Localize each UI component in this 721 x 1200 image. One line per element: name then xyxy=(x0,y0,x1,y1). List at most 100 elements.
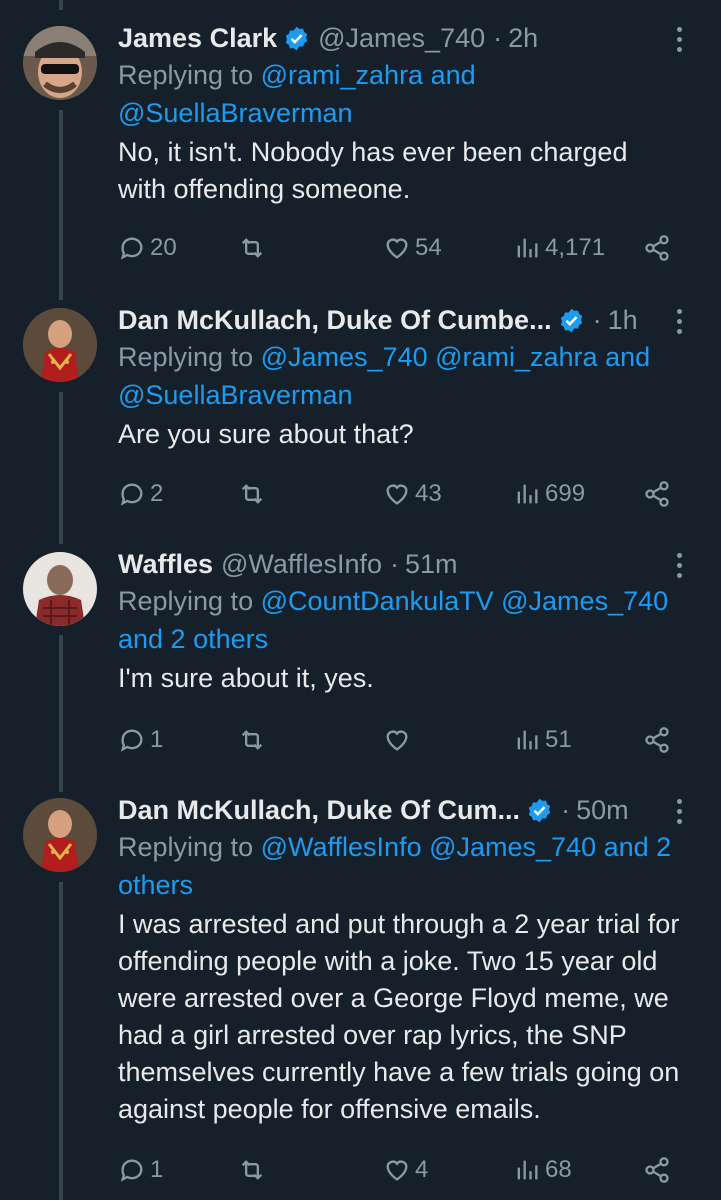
mention-link[interactable]: others xyxy=(118,870,193,900)
replying-prefix: Replying to xyxy=(118,832,254,862)
thread-line xyxy=(59,0,63,10)
author-name[interactable]: Dan McKullach, Duke Of Cumbe... xyxy=(118,302,552,338)
retweet-icon xyxy=(241,238,263,258)
views-count: 68 xyxy=(545,1156,572,1183)
reply-count: 2 xyxy=(150,480,164,507)
avatar[interactable] xyxy=(23,26,97,100)
tweet-text: Are you sure about that? xyxy=(118,419,414,449)
retweet-button[interactable] xyxy=(238,720,266,760)
reply-button[interactable]: 2 xyxy=(118,474,163,514)
like-button[interactable] xyxy=(383,720,415,760)
separator-dot: · xyxy=(493,23,503,53)
views-icon xyxy=(517,484,538,504)
views-count: 51 xyxy=(545,726,572,753)
action-bar: 2 43 699 xyxy=(118,474,678,514)
views-button[interactable]: 68 xyxy=(513,1150,572,1190)
like-button[interactable]: 4 xyxy=(383,1150,428,1190)
author-handle[interactable]: @James_740 xyxy=(318,20,485,56)
retweet-icon xyxy=(241,1160,263,1180)
verified-badge-icon xyxy=(560,308,582,332)
avatar[interactable] xyxy=(23,798,97,872)
separator-dot: · xyxy=(561,795,571,825)
reply-icon xyxy=(120,729,143,752)
reply-button[interactable]: 1 xyxy=(118,1150,163,1190)
author-name[interactable]: James Clark xyxy=(118,20,277,56)
replying-to: Replying to @WafflesInfo @James_740 and … xyxy=(118,828,681,904)
mention-link[interactable]: @SuellaBraverman xyxy=(118,380,353,410)
like-button[interactable]: 43 xyxy=(383,474,442,514)
more-icon[interactable] xyxy=(667,306,691,336)
replying-to: Replying to @CountDankulaTV @James_740 a… xyxy=(118,582,681,658)
tweet-text: I was arrested and put through a 2 year … xyxy=(118,909,680,1124)
reply-count: 20 xyxy=(150,234,177,261)
views-button[interactable]: 4,171 xyxy=(513,228,605,268)
replying-to: Replying to @James_740 @rami_zahra and @… xyxy=(118,338,681,414)
mention-link[interactable]: @rami_zahra and xyxy=(261,60,476,90)
like-count: 43 xyxy=(415,480,442,507)
mention-link[interactable]: and 2 others xyxy=(118,624,268,654)
tweet[interactable]: Dan McKullach, Duke Of Cum... · 50m Repl… xyxy=(0,792,721,1200)
reply-icon xyxy=(120,237,143,260)
like-button[interactable]: 54 xyxy=(383,228,442,268)
share-button[interactable] xyxy=(643,1150,671,1190)
views-button[interactable]: 51 xyxy=(513,720,572,760)
views-icon xyxy=(517,238,538,258)
like-icon xyxy=(386,238,408,259)
tweet[interactable]: Waffles @WafflesInfo · 51m Replying to @… xyxy=(0,546,721,776)
like-count: 4 xyxy=(415,1156,429,1183)
reply-button[interactable]: 1 xyxy=(118,720,163,760)
tweet[interactable]: Dan McKullach, Duke Of Cumbe... · 1h Rep… xyxy=(0,302,721,532)
action-bar: 1 51 xyxy=(118,720,678,760)
reply-count: 1 xyxy=(150,726,164,753)
like-icon xyxy=(386,484,408,505)
retweet-button[interactable] xyxy=(238,474,266,514)
action-bar: 1 4 68 xyxy=(118,1150,678,1190)
author-name[interactable]: Waffles xyxy=(118,546,213,582)
retweet-icon xyxy=(241,484,263,504)
tweet-text: I'm sure about it, yes. xyxy=(118,663,374,693)
mention-link[interactable]: @CountDankulaTV @James_740 xyxy=(261,586,669,616)
tweet[interactable]: James Clark @James_740 · 2h Replying to … xyxy=(0,20,721,280)
share-button[interactable] xyxy=(643,474,671,514)
mention-link[interactable]: @WafflesInfo @James_740 and 2 xyxy=(261,832,672,862)
views-icon xyxy=(517,730,538,750)
share-icon xyxy=(645,727,669,753)
author-name[interactable]: Dan McKullach, Duke Of Cum... xyxy=(118,792,520,828)
timestamp[interactable]: 1h xyxy=(608,302,638,338)
verified-badge-icon xyxy=(528,798,551,822)
like-count: 54 xyxy=(415,234,442,261)
share-icon xyxy=(645,235,669,261)
action-bar: 20 54 4,171 xyxy=(118,228,678,268)
mention-link[interactable]: @SuellaBraverman xyxy=(118,98,353,128)
views-button[interactable]: 699 xyxy=(513,474,585,514)
views-count: 4,171 xyxy=(545,234,606,261)
more-icon[interactable] xyxy=(667,796,691,826)
more-icon[interactable] xyxy=(667,550,691,580)
share-icon xyxy=(645,1157,669,1183)
avatar[interactable] xyxy=(23,308,97,382)
mention-link[interactable]: @James_740 @rami_zahra and xyxy=(261,342,651,372)
timestamp[interactable]: 50m xyxy=(576,792,629,828)
separator-dot: · xyxy=(390,549,399,579)
timestamp[interactable]: 51m xyxy=(405,546,458,582)
replying-prefix: Replying to xyxy=(118,342,254,372)
reply-icon xyxy=(120,1159,143,1182)
share-button[interactable] xyxy=(643,720,671,760)
replying-prefix: Replying to xyxy=(118,60,254,90)
author-handle[interactable]: @WafflesInfo xyxy=(221,546,382,582)
more-icon[interactable] xyxy=(667,24,691,54)
reply-button[interactable]: 20 xyxy=(118,228,177,268)
views-icon xyxy=(517,1160,538,1180)
verified-badge-icon xyxy=(285,26,308,50)
share-icon xyxy=(645,481,669,507)
retweet-button[interactable] xyxy=(238,228,266,268)
avatar[interactable] xyxy=(23,552,97,626)
retweet-icon xyxy=(241,730,263,750)
timestamp[interactable]: 2h xyxy=(508,20,538,56)
retweet-button[interactable] xyxy=(238,1150,266,1190)
reply-count: 1 xyxy=(150,1156,164,1183)
separator-dot: · xyxy=(592,305,602,335)
like-icon xyxy=(386,730,408,751)
replying-prefix: Replying to xyxy=(118,586,254,616)
share-button[interactable] xyxy=(643,228,671,268)
